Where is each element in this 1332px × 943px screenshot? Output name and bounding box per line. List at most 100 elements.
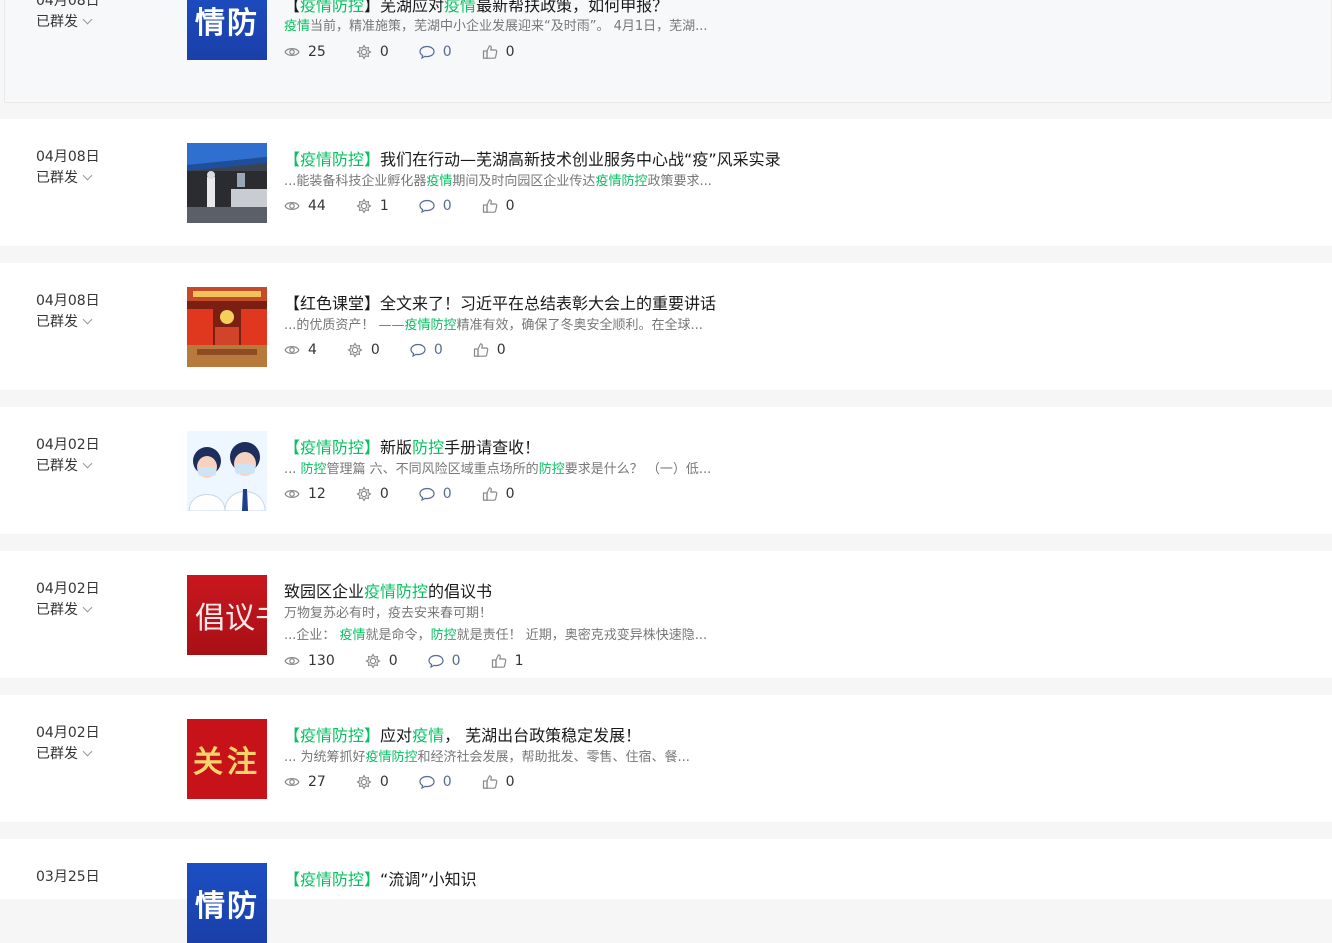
send-status-dropdown[interactable]: 已群发 [36, 167, 93, 187]
keyword-highlight: 疫情防控 [300, 150, 365, 169]
comment-count-stat[interactable]: 0 [419, 774, 452, 790]
article-card[interactable]: 04月08日 已群发 情防 【疫情防控】芜湖应对疫情最新帮扶政策，如何申报？ 疫情当前，… [0, 0, 1332, 103]
keyword-highlight: 疫情防控 [365, 750, 418, 765]
article-title-link[interactable]: 【红色课堂】全文来了！习近平在总结表彰大会上的重要讲话 [284, 290, 716, 314]
like-count-stat[interactable]: 0 [482, 198, 515, 214]
publish-date: 04月02日 [36, 437, 100, 453]
like-count-stat[interactable]: 0 [482, 774, 515, 790]
keyword-highlight: 防控 [538, 462, 565, 477]
article-stats: 27 0 0 0 [284, 772, 545, 792]
text-segment: 和经济社会发展，帮助批发、零售、住宿、餐... [417, 750, 690, 765]
article-card[interactable]: 03月25日 情防 【疫情防控】“流调”小知识 [0, 839, 1332, 943]
article-title-link[interactable]: 【疫情防控】芜湖应对疫情最新帮扶政策，如何申报？ [284, 0, 668, 16]
text-segment: 】芜湖应对 [364, 0, 445, 15]
share-count: 0 [379, 486, 389, 502]
comment-count-stat[interactable]: 0 [419, 198, 452, 214]
publish-date: 04月02日 [36, 725, 100, 741]
article-thumbnail[interactable] [187, 287, 267, 367]
text-segment: ...的优质资产！ —— [284, 318, 405, 333]
share-count-stat: 1 [356, 198, 389, 214]
text-segment: 最新帮扶政策，如何申报？ [476, 0, 669, 15]
article-thumbnail[interactable]: 情防 [187, 863, 267, 943]
comment-count-stat[interactable]: 0 [419, 486, 452, 502]
keyword-highlight: 疫情 [284, 19, 311, 34]
send-status-dropdown[interactable]: 已群发 [36, 11, 93, 31]
comment-count: 0 [442, 198, 452, 214]
article-thumbnail[interactable]: 关注 [187, 719, 267, 799]
thumb-up-icon [491, 653, 515, 669]
text-segment: 要求是什么？ （一）低... [564, 462, 712, 477]
send-status-dropdown[interactable]: 已群发 [36, 455, 93, 475]
article-stats: 12 0 0 0 [284, 484, 545, 504]
keyword-highlight: 防控 [430, 628, 457, 643]
article-card[interactable]: 04月02日 已群发 关注 【疫情防控】应对疫情， 芜湖出台政策稳定发展！... 为统… [0, 695, 1332, 822]
article-thumbnail[interactable]: 情防 [187, 0, 267, 60]
send-status-dropdown[interactable]: 已群发 [36, 743, 93, 763]
share-count: 0 [379, 44, 389, 60]
comment-count: 0 [442, 486, 452, 502]
thumbnail-text: 情防 [195, 6, 259, 41]
keyword-highlight: 疫情防控 [364, 582, 429, 601]
text-segment: 【红色课堂】全文来了！习近平在总结表彰大会上的重要讲话 [284, 294, 717, 313]
comment-count-stat[interactable]: 0 [419, 44, 452, 60]
thumbnail-text: 倡议书 [195, 601, 267, 636]
keyword-highlight: 疫情 [444, 0, 477, 15]
text-segment: ... [284, 462, 301, 477]
eye-icon [284, 46, 308, 58]
like-count-stat[interactable]: 0 [482, 486, 515, 502]
article-card[interactable]: 04月08日已群发 【疫情防控】我们在行动—芜湖高新技术创业服务中心战“疫”风采实… [0, 119, 1332, 246]
like-count-stat[interactable]: 0 [473, 342, 506, 358]
thumbnail-text: 情防 [195, 889, 259, 924]
keyword-highlight: 疫情防控 [404, 318, 457, 333]
publish-date: 04月08日 [36, 0, 100, 9]
text-segment: 当前，精准施策，芜湖中小企业发展迎来“及时雨”。 4月1日，芜湖... [310, 19, 708, 34]
article-title-link[interactable]: 致园区企业疫情防控的倡议书 [284, 578, 492, 602]
article-thumbnail[interactable] [187, 143, 267, 223]
like-count: 0 [505, 774, 515, 790]
thumbnail-text: 关注 [193, 745, 261, 780]
keyword-highlight: 疫情 [412, 726, 445, 745]
article-thumbnail[interactable]: 倡议书 [187, 575, 267, 655]
like-count-stat[interactable]: 0 [482, 44, 515, 60]
keyword-highlight: 疫情 [426, 174, 453, 189]
comment-icon [419, 487, 443, 501]
publish-date: 04月08日 [36, 149, 100, 165]
publish-date: 04月08日 [36, 293, 100, 309]
article-title-link[interactable]: 【疫情防控】我们在行动—芜湖高新技术创业服务中心战“疫”风采实录 [284, 146, 781, 170]
keyword-highlight: 疫情防控 [300, 0, 365, 15]
article-title-link[interactable]: 【疫情防控】应对疫情， 芜湖出台政策稳定发展！ [284, 722, 641, 746]
share-count: 0 [388, 653, 398, 669]
share-icon [347, 342, 371, 358]
read-count-stat: 44 [284, 198, 326, 214]
article-title-link[interactable]: 【疫情防控】新版防控手册请查收！ [284, 434, 540, 458]
text-segment: 管理篇 六、不同风险区域重点场所的 [326, 462, 539, 477]
chevron-down-icon [82, 602, 93, 613]
article-thumbnail[interactable] [187, 431, 267, 511]
comment-icon [419, 45, 443, 59]
publish-date: 04月02日 [36, 581, 100, 597]
article-card[interactable]: 04月02日已群发 【疫情防控】新版防控手册请查收！... 防控管理篇 六、不同风… [0, 407, 1332, 534]
article-stats: 25 0 0 0 [284, 42, 545, 62]
article-excerpt: ... 防控管理篇 六、不同风险区域重点场所的防控要求是什么？ （一）低... [284, 458, 711, 477]
chevron-down-icon [82, 170, 93, 181]
comment-icon [410, 343, 434, 357]
comment-count: 0 [433, 342, 443, 358]
article-title-link[interactable]: 【疫情防控】“流调”小知识 [284, 866, 477, 890]
read-count-stat: 25 [284, 44, 326, 60]
send-status-dropdown[interactable]: 已群发 [36, 311, 93, 331]
article-card[interactable]: 04月02日已群发 倡议书致园区企业疫情防控的倡议书万物复苏必有时，疫去安来春可期… [0, 551, 1332, 678]
text-segment: 应对 [380, 726, 413, 745]
text-segment: “流调”小知识 [380, 870, 477, 889]
article-excerpt: ...企业： 疫情就是命令，防控就是责任！ 近期，奥密克戎变异株快速隐... [284, 624, 707, 643]
article-card[interactable]: 04月08日已群发 【红色课堂】全文来了！习近平在总结表彰大会上的重要讲话 ...的… [0, 263, 1332, 390]
comment-count: 0 [442, 44, 452, 60]
send-status-label: 已群发 [36, 14, 78, 30]
article-excerpt: 万物复苏必有时，疫去安来春可期！ [284, 602, 492, 621]
comment-count-stat[interactable]: 0 [410, 342, 443, 358]
keyword-highlight: 疫情防控 [595, 174, 648, 189]
comment-count-stat[interactable]: 0 [428, 653, 461, 669]
read-count-stat: 12 [284, 486, 326, 502]
like-count-stat[interactable]: 1 [491, 653, 524, 669]
send-status-dropdown[interactable]: 已群发 [36, 599, 93, 619]
read-count: 25 [308, 44, 326, 60]
